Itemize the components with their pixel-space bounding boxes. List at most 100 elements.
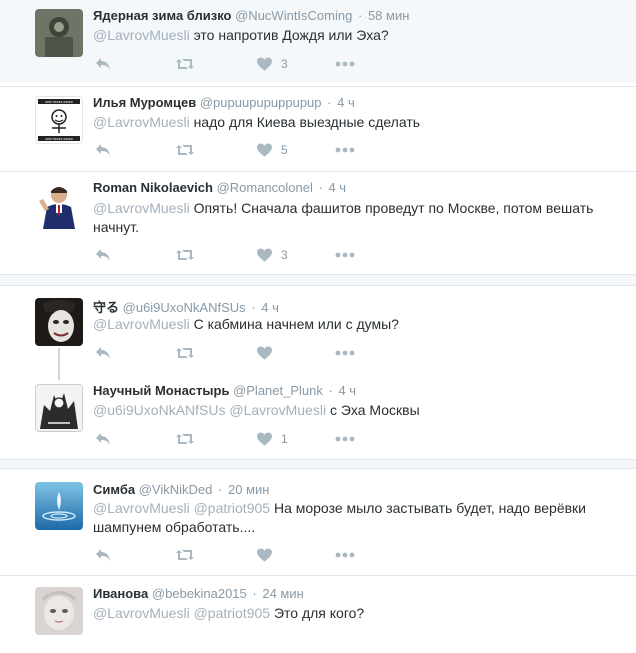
like-button[interactable]: 3 <box>257 246 288 264</box>
tweet-text: @LavrovMuesli Опять! Сначала фашитов про… <box>93 199 613 237</box>
timestamp[interactable]: 58 мин <box>368 8 409 23</box>
reply-icon[interactable] <box>95 430 111 448</box>
soldier-avatar[interactable] <box>35 9 83 57</box>
more-options-icon[interactable] <box>335 344 355 362</box>
like-button[interactable] <box>257 546 281 564</box>
retweet-icon[interactable] <box>175 344 195 362</box>
timestamp[interactable]: 20 мин <box>228 482 269 497</box>
tweet-actions <box>93 344 393 362</box>
like-button[interactable] <box>257 344 281 362</box>
conversation-gap <box>0 275 636 285</box>
more-options-icon[interactable] <box>335 430 355 448</box>
more-options-icon[interactable] <box>335 546 355 564</box>
tweet-text: @LavrovMuesli надо для Киева выездные сд… <box>93 113 613 132</box>
mention-link[interactable]: @LavrovMuesli <box>93 27 190 43</box>
monastery-avatar[interactable] <box>35 384 83 432</box>
like-button[interactable]: 1 <box>257 430 288 448</box>
tweet[interactable]: жестокая рожа жестокая рожа Илья Муромце… <box>0 87 636 169</box>
like-count: 3 <box>281 248 288 262</box>
author-name[interactable]: Иванова <box>93 586 148 601</box>
author-name[interactable]: Илья Муромцев <box>93 95 196 110</box>
tweet[interactable]: Ядерная зима близко @NucWintIsComing · 5… <box>0 0 636 82</box>
tweet[interactable]: 守る @u6i9UxoNkANfSUs · 4 ч @LavrovMuesli … <box>0 286 636 372</box>
heart-icon <box>257 248 272 262</box>
reply-icon[interactable] <box>95 141 111 159</box>
heart-icon <box>257 143 272 157</box>
author-name[interactable]: 守る <box>93 300 119 315</box>
retweet-icon[interactable] <box>175 55 195 73</box>
author-name[interactable]: Ядерная зима близко <box>93 8 231 23</box>
separator-dot: · <box>252 586 257 601</box>
heart-icon <box>257 57 272 71</box>
separator-dot: · <box>357 8 363 23</box>
author-handle[interactable]: @bebekina2015 <box>152 586 247 601</box>
like-count: 5 <box>281 143 288 157</box>
retweet-icon[interactable] <box>175 246 195 264</box>
tweet-text: @LavrovMuesli С кабмина начнем или с дум… <box>93 315 613 334</box>
author-name[interactable]: Научный Монастырь <box>93 383 229 398</box>
reply-icon[interactable] <box>95 55 111 73</box>
timestamp[interactable]: 4 ч <box>337 95 355 110</box>
tweet-actions: 1 <box>93 430 393 448</box>
masked-face-avatar[interactable] <box>35 298 83 346</box>
author-handle[interactable]: @pupuupupuppupup <box>200 95 322 110</box>
tweet-text: @u6i9UxoNkANfSUs @LavrovMuesli с Эха Мос… <box>93 401 613 420</box>
tweet-actions: 3 <box>93 55 393 73</box>
retweet-icon[interactable] <box>175 430 195 448</box>
leader-avatar[interactable] <box>35 181 83 229</box>
tweet-actions: 5 <box>93 141 393 159</box>
timestamp[interactable]: 4 ч <box>338 383 356 398</box>
tweet[interactable]: Roman Nikolaevich @Romancolonel · 4 ч @L… <box>0 172 636 272</box>
mention-link[interactable]: @LavrovMuesli <box>93 316 190 332</box>
tweet-body: это напротив Дождя или Эха? <box>193 27 389 43</box>
timestamp[interactable]: 4 ч <box>328 180 346 195</box>
like-count: 1 <box>281 432 288 446</box>
separator-dot: · <box>328 383 333 398</box>
mention-link[interactable]: @LavrovMuesli <box>93 200 190 216</box>
like-button[interactable]: 5 <box>257 141 288 159</box>
author-handle[interactable]: @u6i9UxoNkANfSUs <box>123 300 246 315</box>
timestamp[interactable]: 4 ч <box>261 300 279 315</box>
conversation-gap <box>0 460 636 468</box>
author-name[interactable]: Roman Nikolaevich <box>93 180 213 195</box>
mention-link[interactable]: @u6i9UxoNkANfSUs @LavrovMuesli <box>93 402 326 418</box>
tweet[interactable]: Научный Монастырь @Planet_Plunk · 4 ч @u… <box>0 372 636 458</box>
separator-dot: · <box>327 95 332 110</box>
more-options-icon[interactable] <box>335 141 355 159</box>
author-handle[interactable]: @Planet_Plunk <box>233 383 323 398</box>
reply-icon[interactable] <box>95 246 111 264</box>
water-drop-avatar[interactable] <box>35 482 83 530</box>
author-name[interactable]: Симба <box>93 482 135 497</box>
baby-avatar[interactable] <box>35 587 83 635</box>
like-count: 3 <box>281 57 288 71</box>
more-options-icon[interactable] <box>335 55 355 73</box>
more-options-icon[interactable] <box>335 246 355 264</box>
heart-icon <box>257 432 272 446</box>
avatar-caption-bottom: жестокая рожа <box>45 137 73 141</box>
cartoon-face-avatar[interactable]: жестокая рожа жестокая рожа <box>35 96 83 144</box>
separator-dot: · <box>318 180 323 195</box>
retweet-icon[interactable] <box>175 546 195 564</box>
tweet-actions: 3 <box>93 246 393 264</box>
tweet-body: с Эха Москвы <box>329 402 420 418</box>
mention-link[interactable]: @LavrovMuesli @patriot905 <box>93 605 270 621</box>
tweet-body: Это для кого? <box>273 605 365 621</box>
author-handle[interactable]: @VikNikDed <box>139 482 213 497</box>
timestamp[interactable]: 24 мин <box>262 586 303 601</box>
author-handle[interactable]: @NucWintIsComing <box>235 8 352 23</box>
mention-link[interactable]: @LavrovMuesli @patriot905 <box>93 500 270 516</box>
separator-dot: · <box>251 300 256 315</box>
mention-link[interactable]: @LavrovMuesli <box>93 114 190 130</box>
reply-icon[interactable] <box>95 546 111 564</box>
retweet-icon[interactable] <box>175 141 195 159</box>
tweet-actions <box>93 546 393 564</box>
reply-icon[interactable] <box>95 344 111 362</box>
author-handle[interactable]: @Romancolonel <box>217 180 313 195</box>
separator-dot: · <box>218 482 223 497</box>
tweet-text: @LavrovMuesli @patriot905 На морозе мыло… <box>93 499 613 537</box>
tweet[interactable]: Симба @VikNikDed · 20 мин @LavrovMuesli … <box>0 469 636 573</box>
like-button[interactable]: 3 <box>257 55 288 73</box>
tweet-text: @LavrovMuesli это напротив Дождя или Эха… <box>93 26 613 45</box>
tweet[interactable]: Иванова @bebekina2015 · 24 мин @LavrovMu… <box>0 576 636 653</box>
tweet-body: С кабмина начнем или с думы? <box>193 316 399 332</box>
